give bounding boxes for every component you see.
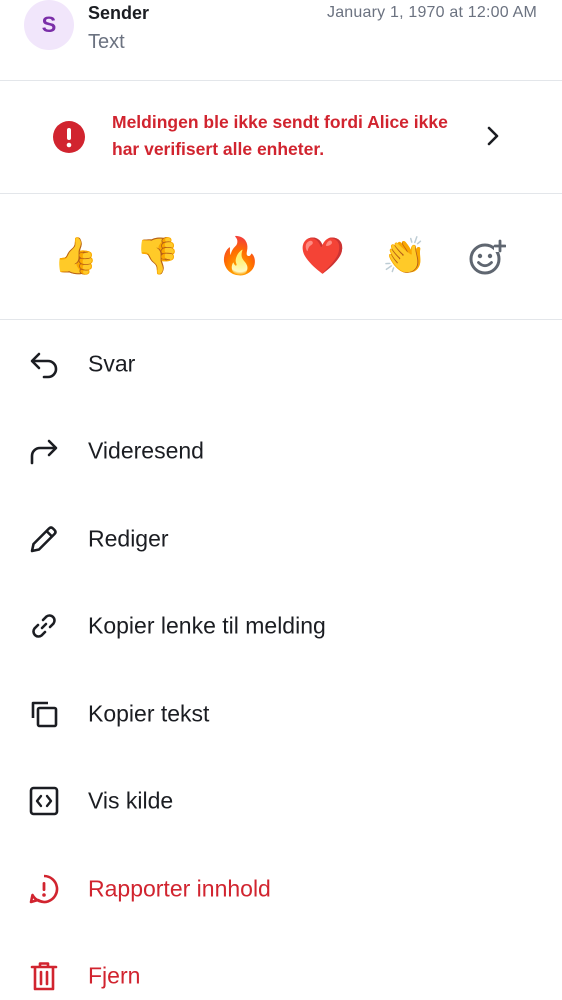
menu-label-forward: Videresend	[88, 437, 204, 463]
pencil-icon	[30, 525, 57, 552]
link-icon	[32, 613, 56, 638]
menu-item-copy-text[interactable]: Kopier tekst	[0, 670, 562, 757]
copy-icon	[31, 701, 58, 727]
trash-icon	[30, 961, 58, 990]
menu-item-copy-link[interactable]: Kopier lenke til melding	[0, 582, 562, 669]
menu-item-report[interactable]: Rapporter innhold	[0, 845, 562, 932]
menu-item-view-source[interactable]: Vis kilde	[0, 757, 562, 844]
report-icon	[29, 874, 59, 903]
reply-icon	[30, 352, 58, 378]
message-timestamp: January 1, 1970 at 12:00 AM	[327, 4, 537, 21]
message-text: Text	[88, 31, 125, 53]
add-reaction-icon[interactable]	[468, 239, 506, 277]
error-icon	[53, 121, 85, 153]
menu-item-forward[interactable]: Videresend	[0, 407, 562, 494]
menu-label-copy-text: Kopier tekst	[88, 700, 210, 726]
menu-label-edit: Rediger	[88, 525, 169, 551]
reaction-fire[interactable]: 🔥	[217, 234, 262, 278]
menu-label-view-source: Vis kilde	[88, 787, 174, 813]
menu-item-reply[interactable]: Svar	[0, 320, 562, 407]
reaction-heart[interactable]: ❤️	[300, 234, 345, 278]
menu-item-remove[interactable]: Fjern	[0, 932, 562, 1000]
send-failure-text: Meldingen ble ikke sendt fordi Alice ikk…	[112, 112, 448, 159]
sender-name: Sender	[88, 3, 150, 23]
reaction-thumbs-down[interactable]: 👎	[135, 234, 180, 278]
menu-label-reply: Svar	[88, 350, 136, 376]
code-icon	[29, 786, 59, 815]
chevron-right-icon	[487, 126, 499, 146]
message-preview: S Sender Text January 1, 1970 at 12:00 A…	[0, 0, 562, 81]
reaction-thumbs-up[interactable]: 👍	[53, 234, 98, 278]
avatar: S	[24, 0, 74, 50]
reaction-clap[interactable]: 👏	[382, 234, 427, 278]
reaction-bar: 👍 👎 🔥 ❤️ 👏	[0, 194, 562, 320]
menu-label-copy-link: Kopier lenke til melding	[88, 612, 326, 638]
menu-label-report: Rapporter innhold	[88, 875, 271, 901]
menu-label-remove: Fjern	[88, 962, 141, 988]
menu-item-edit[interactable]: Rediger	[0, 495, 562, 582]
send-failure-banner[interactable]: Meldingen ble ikke sendt fordi Alice ikk…	[0, 81, 562, 194]
forward-icon	[30, 439, 58, 464]
